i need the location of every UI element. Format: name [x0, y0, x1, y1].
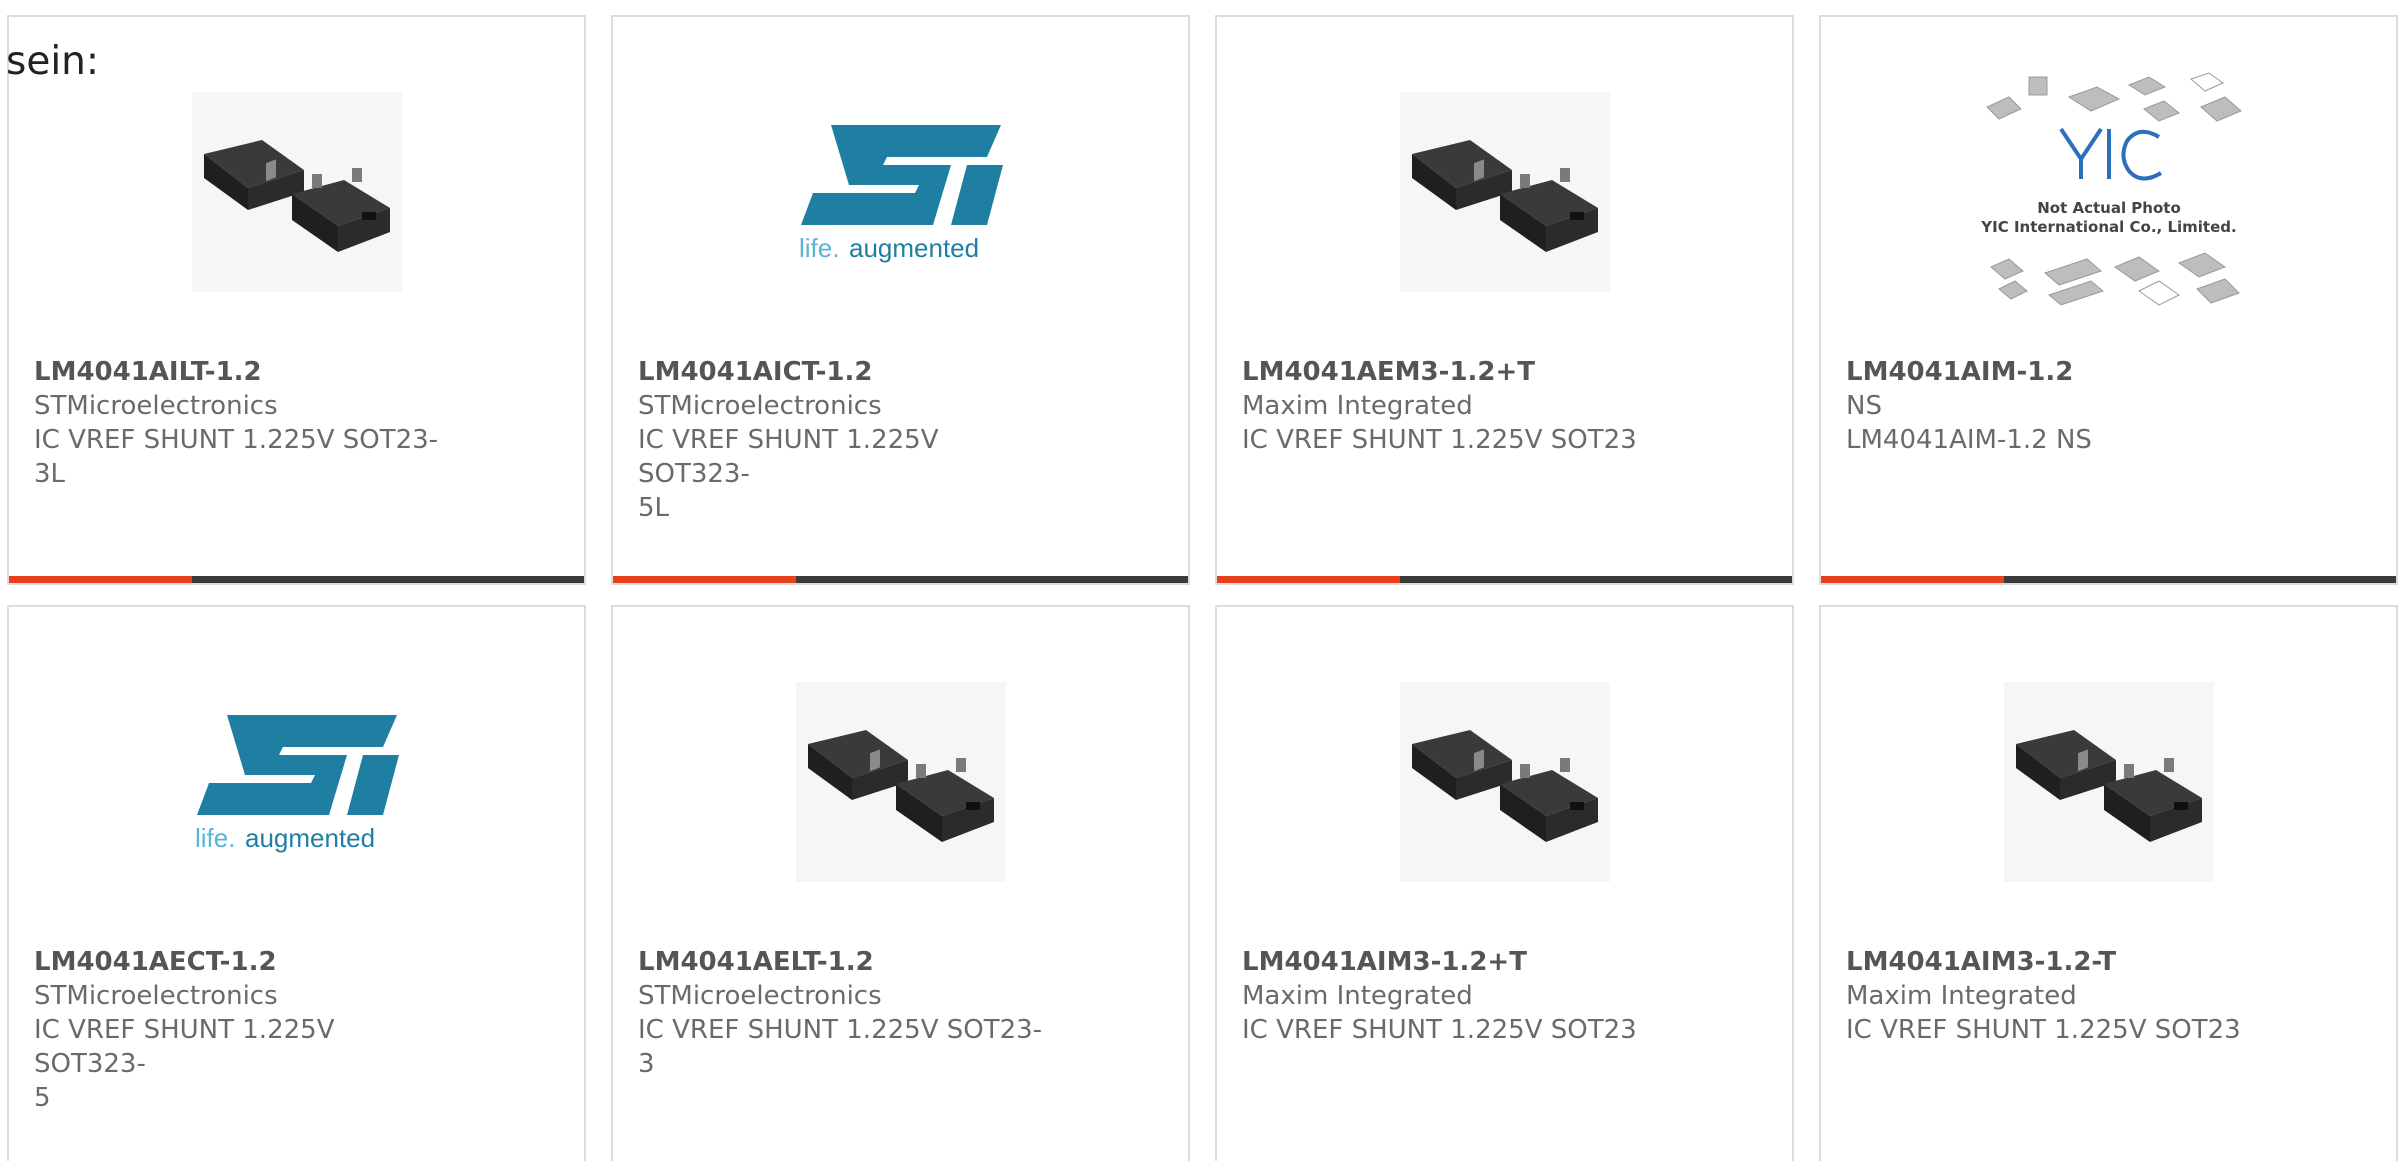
yic-placeholder-image[interactable]: Not Actual Photo YIC International Co., …: [1821, 72, 2396, 306]
product-description: LM4041AIM-1.2 NS: [1846, 423, 2266, 457]
svg-text:Not Actual Photo: Not Actual Photo: [2037, 199, 2181, 217]
description-line: IC VREF SHUNT 1.225V SOT23-: [34, 425, 439, 455]
card-accent-bar: [1821, 576, 2396, 583]
product-description: IC VREF SHUNT 1.225V SOT23: [1846, 1013, 2266, 1047]
manufacturer-name: Maxim Integrated: [1242, 391, 1473, 421]
st-logo-image[interactable]: life. augmented: [9, 677, 584, 887]
product-description: IC VREF SHUNT 1.225V SOT323- 5: [34, 1013, 454, 1115]
manufacturer-name: STMicroelectronics: [638, 391, 882, 421]
product-info: LM4041AIM3-1.2+T Maxim Integrated IC VRE…: [1242, 945, 1662, 1047]
product-info: LM4041AICT-1.2 STMicroelectronics IC VRE…: [638, 355, 1058, 525]
product-description: IC VREF SHUNT 1.225V SOT23: [1242, 1013, 1662, 1047]
sot23-chip-image[interactable]: [613, 677, 1188, 887]
part-number-link[interactable]: LM4041AIM3-1.2-T: [1846, 945, 2266, 979]
product-grid-page: sein: LM4041AILT-1.2 STMicroelectronics: [0, 0, 2400, 1161]
st-logo-graphic: life. augmented: [195, 715, 399, 853]
description-line: IC VREF SHUNT 1.225V SOT23-3: [638, 1015, 1043, 1079]
part-number-link[interactable]: LM4041AELT-1.2: [638, 945, 1058, 979]
product-card[interactable]: LM4041AEM3-1.2+T Maxim Integrated IC VRE…: [1215, 15, 1794, 585]
description-line: 5: [34, 1083, 51, 1113]
sot23-chip-graphic: [2003, 682, 2214, 882]
product-card[interactable]: LM4041AELT-1.2 STMicroelectronics IC VRE…: [611, 605, 1190, 1161]
sot23-chip-image[interactable]: [1821, 677, 2396, 887]
product-info: LM4041AEM3-1.2+T Maxim Integrated IC VRE…: [1242, 355, 1662, 457]
manufacturer-name: STMicroelectronics: [638, 981, 882, 1011]
product-card[interactable]: Not Actual Photo YIC International Co., …: [1819, 15, 2398, 585]
svg-text:augmented: augmented: [849, 233, 979, 263]
product-info: LM4041AELT-1.2 STMicroelectronics IC VRE…: [638, 945, 1058, 1081]
description-line: IC VREF SHUNT 1.225V SOT23: [1242, 1015, 1637, 1045]
st-logo-graphic: life. augmented: [799, 125, 1003, 263]
sot23-chip-graphic: [1399, 92, 1610, 292]
product-card[interactable]: LM4041AIM3-1.2-T Maxim Integrated IC VRE…: [1819, 605, 2398, 1161]
svg-text:life.: life.: [799, 233, 839, 263]
product-info: LM4041AILT-1.2 STMicroelectronics IC VRE…: [34, 355, 454, 491]
product-info: LM4041AIM-1.2 NS LM4041AIM-1.2 NS: [1846, 355, 2266, 457]
part-number-link[interactable]: LM4041AEM3-1.2+T: [1242, 355, 1662, 389]
product-card[interactable]: life. augmented LM4041AICT-1.2 STMicroel…: [611, 15, 1190, 585]
manufacturer-name: STMicroelectronics: [34, 391, 278, 421]
part-number-link[interactable]: LM4041AICT-1.2: [638, 355, 1058, 389]
card-accent-bar: [613, 576, 1188, 583]
product-card[interactable]: life. augmented LM4041AECT-1.2 STMicroel…: [7, 605, 586, 1161]
sot23-chip-graphic: [191, 92, 402, 292]
sot23-chip-graphic: [1399, 682, 1610, 882]
product-card[interactable]: LM4041AIM3-1.2+T Maxim Integrated IC VRE…: [1215, 605, 1794, 1161]
manufacturer-name: Maxim Integrated: [1242, 981, 1473, 1011]
part-number-link[interactable]: LM4041AILT-1.2: [34, 355, 454, 389]
description-line: 5L: [638, 493, 670, 523]
product-description: IC VREF SHUNT 1.225V SOT323- 5L: [638, 423, 1058, 525]
description-line: IC VREF SHUNT 1.225V SOT23: [1242, 425, 1637, 455]
sot23-chip-image[interactable]: [1217, 677, 1792, 887]
product-card[interactable]: LM4041AILT-1.2 STMicroelectronics IC VRE…: [7, 15, 586, 585]
manufacturer-name: STMicroelectronics: [34, 981, 278, 1011]
svg-text:augmented: augmented: [245, 823, 375, 853]
description-line: 3L: [34, 459, 66, 489]
card-accent-bar: [9, 576, 584, 583]
product-info: LM4041AECT-1.2 STMicroelectronics IC VRE…: [34, 945, 454, 1115]
description-line: IC VREF SHUNT 1.225V SOT323-: [638, 425, 939, 489]
sot23-chip-image[interactable]: [9, 87, 584, 297]
product-description: IC VREF SHUNT 1.225V SOT23: [1242, 423, 1662, 457]
card-accent-bar: [1217, 576, 1792, 583]
intro-text: sein:: [6, 39, 100, 84]
sot23-chip-graphic: [795, 682, 1006, 882]
description-line: IC VREF SHUNT 1.225V SOT323-: [34, 1015, 335, 1079]
st-logo-image[interactable]: life. augmented: [613, 87, 1188, 297]
manufacturer-name: NS: [1846, 391, 1882, 421]
description-line: IC VREF SHUNT 1.225V SOT23: [1846, 1015, 2241, 1045]
product-description: IC VREF SHUNT 1.225V SOT23- 3L: [34, 423, 454, 491]
sot23-chip-image[interactable]: [1217, 87, 1792, 297]
svg-text:life.: life.: [195, 823, 235, 853]
yic-placeholder-graphic: Not Actual Photo YIC International Co., …: [1980, 72, 2242, 306]
part-number-link[interactable]: LM4041AIM3-1.2+T: [1242, 945, 1662, 979]
svg-text:YIC International Co., Limited: YIC International Co., Limited.: [1980, 218, 2236, 236]
part-number-link[interactable]: LM4041AIM-1.2: [1846, 355, 2266, 389]
product-info: LM4041AIM3-1.2-T Maxim Integrated IC VRE…: [1846, 945, 2266, 1047]
manufacturer-name: Maxim Integrated: [1846, 981, 2077, 1011]
product-description: IC VREF SHUNT 1.225V SOT23-3: [638, 1013, 1058, 1081]
part-number-link[interactable]: LM4041AECT-1.2: [34, 945, 454, 979]
description-line: LM4041AIM-1.2 NS: [1846, 425, 2092, 455]
